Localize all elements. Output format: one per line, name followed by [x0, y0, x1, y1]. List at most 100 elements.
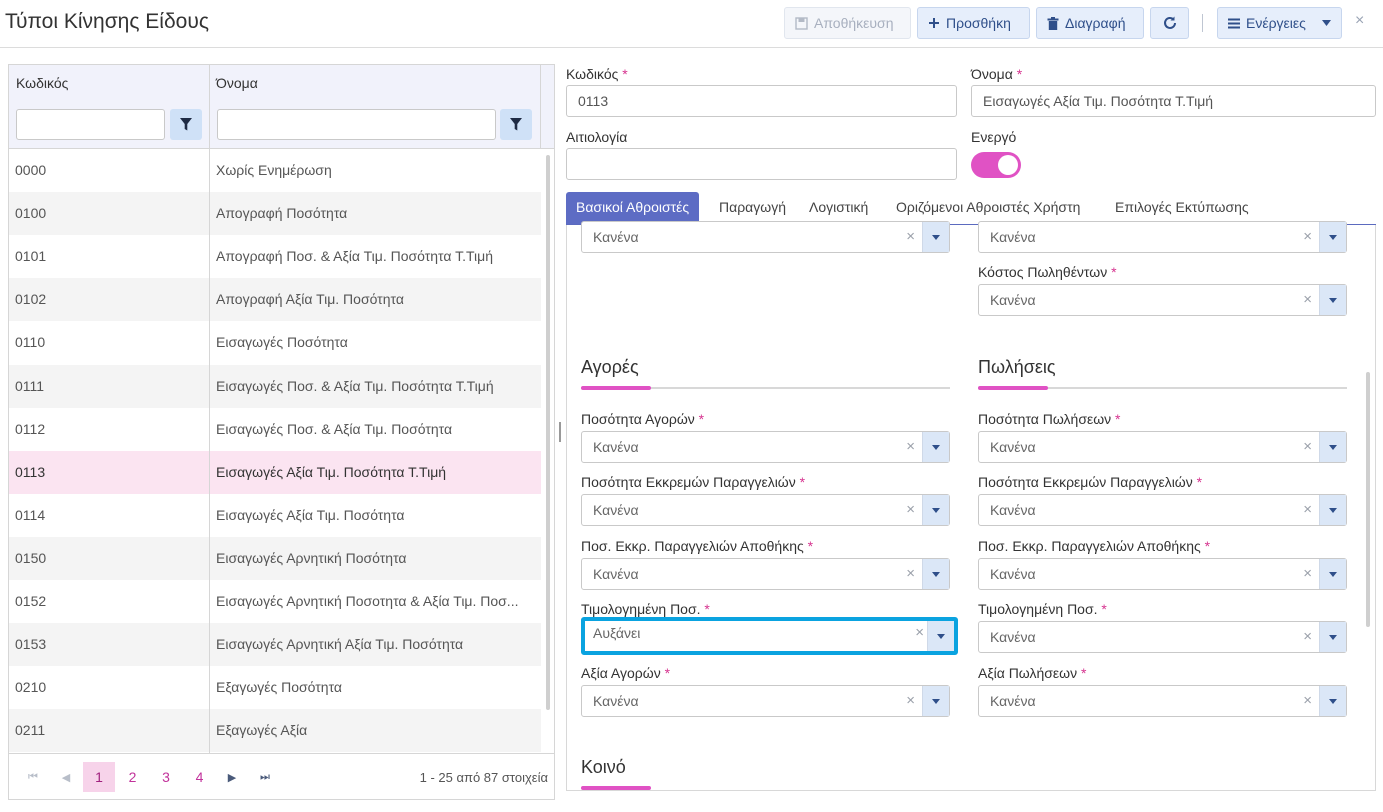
page-button[interactable]: 1: [83, 762, 115, 792]
code-filter-button[interactable]: [170, 109, 202, 140]
table-row[interactable]: 0111 Εισαγωγές Ποσ. & Αξία Τιμ. Ποσότητα …: [9, 364, 541, 408]
chevron-down-icon[interactable]: [1319, 559, 1346, 589]
close-icon[interactable]: ×: [1355, 12, 1364, 30]
sales-field-dropdown[interactable]: Κανένα ×: [978, 685, 1347, 717]
dropdown-value: Κανένα: [990, 629, 1036, 645]
chevron-down-icon[interactable]: [922, 222, 949, 252]
delete-button[interactable]: Διαγραφή: [1036, 7, 1144, 39]
clear-icon[interactable]: ×: [1303, 565, 1312, 582]
clear-icon[interactable]: ×: [906, 692, 915, 709]
clear-icon[interactable]: ×: [906, 501, 915, 518]
top-left-dropdown[interactable]: Κανένα ×: [581, 221, 950, 253]
clear-icon[interactable]: ×: [1303, 628, 1312, 645]
first-page-button[interactable]: ⏮: [17, 762, 49, 792]
tab-accounting[interactable]: Λογιστική: [809, 192, 868, 224]
cell-code: 0000: [15, 162, 47, 178]
sales-field-dropdown[interactable]: Κανένα ×: [978, 431, 1347, 463]
save-button[interactable]: Αποθήκευση: [784, 7, 911, 39]
section-accent: [581, 786, 651, 790]
table-row[interactable]: 0152 Εισαγωγές Αρνητική Ποσοτητα & Αξία Τ…: [9, 580, 541, 623]
chevron-down-icon[interactable]: [1319, 622, 1346, 652]
clear-icon[interactable]: ×: [1303, 692, 1312, 709]
clear-icon[interactable]: ×: [1303, 501, 1312, 518]
table-row[interactable]: 0210 Εξαγωγές Ποσότητα: [9, 666, 541, 709]
purchases-field-label: Ποσ. Εκκρ. Παραγγελιών Αποθήκης *: [581, 538, 814, 554]
section-accent: [978, 386, 1048, 390]
name-field[interactable]: Εισαγωγές Αξία Τιμ. Ποσότητα Τ.Τιμή: [971, 85, 1376, 117]
tab-print-options[interactable]: Επιλογές Εκτύπωσης: [1115, 192, 1249, 224]
table-row[interactable]: 0153 Εισαγωγές Αρνητική Αξία Τιμ. Ποσότητ…: [9, 623, 541, 667]
clear-icon[interactable]: ×: [906, 228, 915, 245]
chevron-down-icon[interactable]: [927, 621, 954, 651]
grid-scrollbar[interactable]: [546, 155, 550, 710]
reason-field[interactable]: [566, 148, 957, 180]
table-row[interactable]: 0113 Εισαγωγές Αξία Τιμ. Ποσότητα Τ.Τιμή: [9, 450, 541, 494]
chevron-down-icon[interactable]: [1319, 432, 1346, 462]
chevron-down-icon[interactable]: [1319, 222, 1346, 252]
tab-production[interactable]: Παραγωγή: [719, 192, 786, 224]
trash-icon: [1047, 16, 1059, 30]
clear-icon[interactable]: ×: [906, 438, 915, 455]
chevron-down-icon[interactable]: [922, 432, 949, 462]
sales-field-dropdown[interactable]: Κανένα ×: [978, 558, 1347, 590]
clear-icon[interactable]: ×: [1303, 291, 1312, 308]
sales-field-dropdown[interactable]: Κανένα ×: [978, 494, 1347, 526]
top-toolbar: Τύποι Κίνησης Είδους Αποθήκευση Προσθήκη…: [0, 0, 1383, 48]
page-button[interactable]: 2: [117, 762, 149, 792]
cell-name: Απογραφή Ποσ. & Αξία Τιμ. Ποσότητα Τ.Τιμ…: [216, 248, 494, 265]
next-page-button[interactable]: ▶: [216, 762, 248, 792]
tab-user-defined-totals[interactable]: Οριζόμενοι Αθροιστές Χρήστη: [896, 192, 1080, 224]
table-row[interactable]: 0114 Εισαγωγές Αξία Τιμ. Ποσότητα: [9, 494, 541, 537]
clear-icon[interactable]: ×: [906, 565, 915, 582]
clear-icon[interactable]: ×: [1303, 438, 1312, 455]
purchases-field-dropdown[interactable]: Αυξάνει ×: [581, 617, 958, 655]
panel-scrollbar[interactable]: [1366, 372, 1370, 627]
dropdown-value: Κανένα: [990, 292, 1036, 308]
tab-basic-totals[interactable]: Βασικοί Αθροιστές: [566, 192, 700, 224]
refresh-button[interactable]: [1150, 7, 1189, 39]
sales-field-label: Ποσότητα Εκκρεμών Παραγγελιών *: [978, 474, 1203, 490]
table-row[interactable]: 0112 Εισαγωγές Ποσ. & Αξία Τιμ. Ποσότητα: [9, 408, 541, 451]
chevron-down-icon[interactable]: [922, 559, 949, 589]
table-row[interactable]: 0100 Απογραφή Ποσότητα: [9, 192, 541, 236]
sales-field-dropdown[interactable]: Κανένα ×: [978, 621, 1347, 653]
table-row[interactable]: 0150 Εισαγωγές Αρνητική Ποσότητα: [9, 536, 541, 580]
chevron-down-icon[interactable]: [1319, 686, 1346, 716]
actions-menu-button[interactable]: Ενέργειες: [1217, 7, 1342, 39]
code-field[interactable]: 0113: [566, 85, 957, 117]
cost-of-sales-dropdown[interactable]: Κανένα ×: [978, 284, 1347, 316]
page-button[interactable]: 3: [150, 762, 182, 792]
top-right-dropdown[interactable]: Κανένα ×: [978, 221, 1347, 253]
last-page-button[interactable]: ⏭: [249, 762, 281, 792]
prev-page-button[interactable]: ◀: [50, 762, 82, 792]
purchases-field-dropdown[interactable]: Κανένα ×: [581, 685, 950, 717]
active-toggle[interactable]: [971, 152, 1021, 178]
cell-name: Απογραφή Ποσότητα: [216, 205, 348, 222]
purchases-field-dropdown[interactable]: Κανένα ×: [581, 558, 950, 590]
table-row[interactable]: 0211 Εξαγωγές Αξία: [9, 709, 541, 753]
chevron-down-icon[interactable]: [1319, 285, 1346, 315]
name-filter-button[interactable]: [500, 109, 532, 140]
sales-field-label: Ποσότητα Πωλήσεων *: [978, 411, 1121, 427]
pane-splitter[interactable]: [559, 422, 561, 442]
chevron-down-icon[interactable]: [922, 686, 949, 716]
column-header-name[interactable]: Όνομα: [216, 75, 258, 91]
cell-code: 0111: [15, 377, 45, 394]
table-row[interactable]: 0000 Χωρίς Ενημέρωση: [9, 149, 541, 192]
chevron-down-icon[interactable]: [922, 495, 949, 525]
purchases-field-dropdown[interactable]: Κανένα ×: [581, 494, 950, 526]
column-header-code[interactable]: Κωδικός: [16, 75, 68, 91]
page-button[interactable]: 4: [184, 762, 216, 792]
clear-icon[interactable]: ×: [915, 624, 924, 641]
table-row[interactable]: 0110 Εισαγωγές Ποσότητα: [9, 321, 541, 364]
clear-icon[interactable]: ×: [1303, 228, 1312, 245]
purchases-field-dropdown[interactable]: Κανένα ×: [581, 431, 950, 463]
chevron-down-icon[interactable]: [1319, 495, 1346, 525]
name-filter-input[interactable]: [217, 109, 496, 140]
code-filter-input[interactable]: [16, 109, 165, 140]
cell-name: Εισαγωγές Αρνητική Ποσότητα: [216, 549, 407, 566]
toolbar-separator: [1202, 14, 1203, 32]
table-row[interactable]: 0102 Απογραφή Αξία Τιμ. Ποσότητα: [9, 278, 541, 322]
table-row[interactable]: 0101 Απογραφή Ποσ. & Αξία Τιμ. Ποσότητα Τ…: [9, 235, 541, 278]
add-button[interactable]: Προσθήκη: [917, 7, 1030, 39]
